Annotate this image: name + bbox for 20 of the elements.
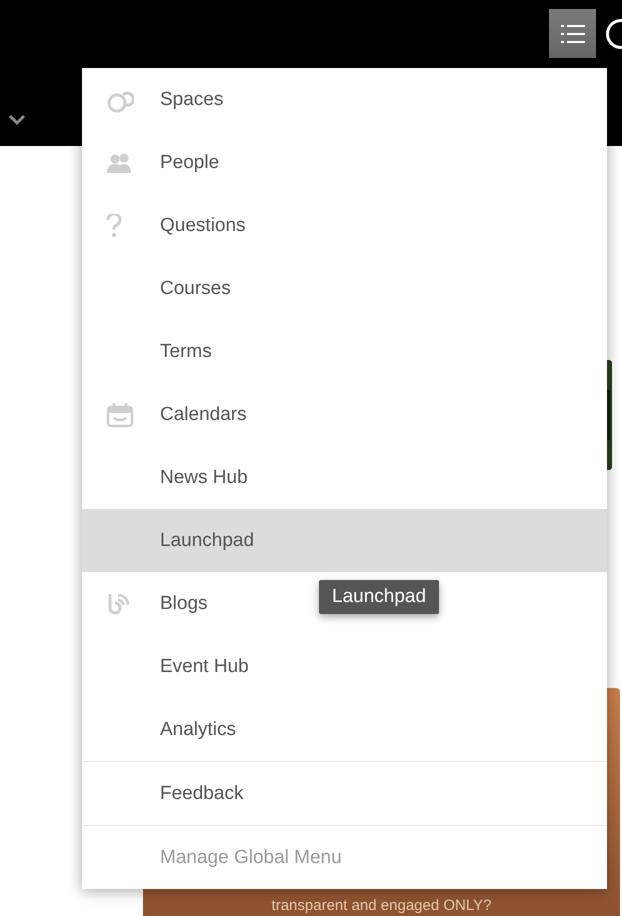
tooltip: Launchpad — [319, 580, 440, 614]
menu-item[interactable]: News Hub — [82, 446, 260, 509]
calendar-icon — [106, 402, 134, 428]
menu-item[interactable]: Feedback — [82, 762, 256, 825]
menu-item[interactable]: People — [82, 131, 232, 194]
menu-item[interactable]: Terms — [82, 320, 224, 383]
menu-item[interactable]: Event Hub — [82, 635, 261, 698]
chevron-icon[interactable] — [8, 114, 26, 126]
people-icon — [106, 152, 134, 174]
question-icon — [106, 214, 122, 238]
menu-item[interactable]: Spaces — [82, 68, 236, 131]
menu-item[interactable]: Questions — [82, 194, 258, 257]
menu-item[interactable]: Blogs — [82, 572, 220, 635]
menu-item[interactable]: Launchpad — [82, 509, 607, 572]
banner-text: transparent and engaged ONLY? — [272, 897, 492, 914]
menu-item[interactable]: Calendars — [82, 383, 259, 446]
menu-item[interactable]: Courses — [82, 257, 243, 320]
menu-item[interactable]: Analytics — [82, 698, 248, 761]
menu-button[interactable] — [549, 9, 596, 58]
menu-icon — [560, 24, 584, 44]
